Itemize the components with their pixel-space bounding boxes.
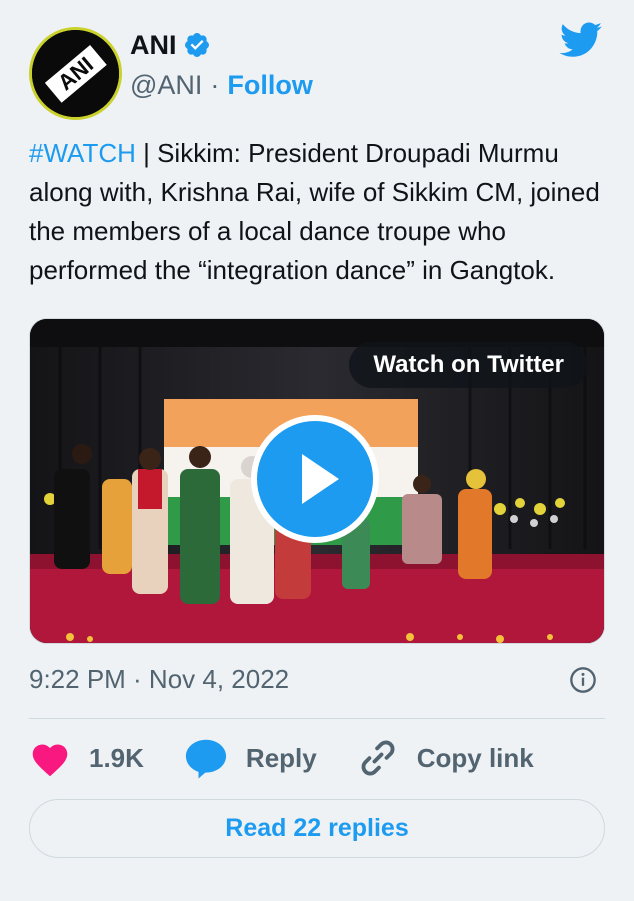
author-block: ANI @ANI · Follow [130, 28, 313, 101]
reply-button[interactable]: Reply [184, 737, 317, 779]
heart-icon [32, 744, 68, 777]
video-thumbnail[interactable]: Watch on Twitter [29, 318, 605, 644]
tweet-card: ANI ANI @ANI · Follow #WATCH | Sikkim: P… [0, 0, 634, 901]
reply-label: Reply [245, 742, 317, 773]
action-bar: 1.9K Reply Copy link [29, 719, 605, 797]
copy-link-button[interactable]: Copy link [357, 737, 534, 779]
verified-badge-icon [184, 33, 209, 57]
author-name[interactable]: ANI [130, 30, 177, 61]
tweet-timestamp[interactable]: 9:22 PM · Nov 4, 2022 [29, 664, 289, 694]
tweet-header: ANI ANI @ANI · Follow [29, 14, 605, 120]
copy-link-label: Copy link [416, 742, 534, 773]
follow-button[interactable]: Follow [227, 70, 312, 101]
like-count: 1.9K [89, 742, 144, 773]
like-button[interactable]: 1.9K [29, 739, 144, 777]
play-button[interactable] [251, 415, 379, 543]
avatar[interactable]: ANI [29, 27, 122, 120]
reply-bubble-icon [185, 739, 227, 779]
tweet-meta: 9:22 PM · Nov 4, 2022 [29, 664, 605, 696]
watch-on-twitter-button[interactable]: Watch on Twitter [349, 342, 588, 388]
hashtag-link[interactable]: #WATCH [29, 138, 136, 168]
author-handle[interactable]: @ANI [130, 70, 202, 101]
play-icon [302, 454, 339, 504]
twitter-bird-icon[interactable] [559, 22, 603, 58]
handle-separator: · [210, 70, 220, 100]
info-icon[interactable] [569, 666, 597, 694]
link-icon [361, 740, 395, 776]
read-replies-button[interactable]: Read 22 replies [29, 799, 605, 858]
tweet-text: #WATCH | Sikkim: President Droupadi Murm… [29, 134, 605, 290]
